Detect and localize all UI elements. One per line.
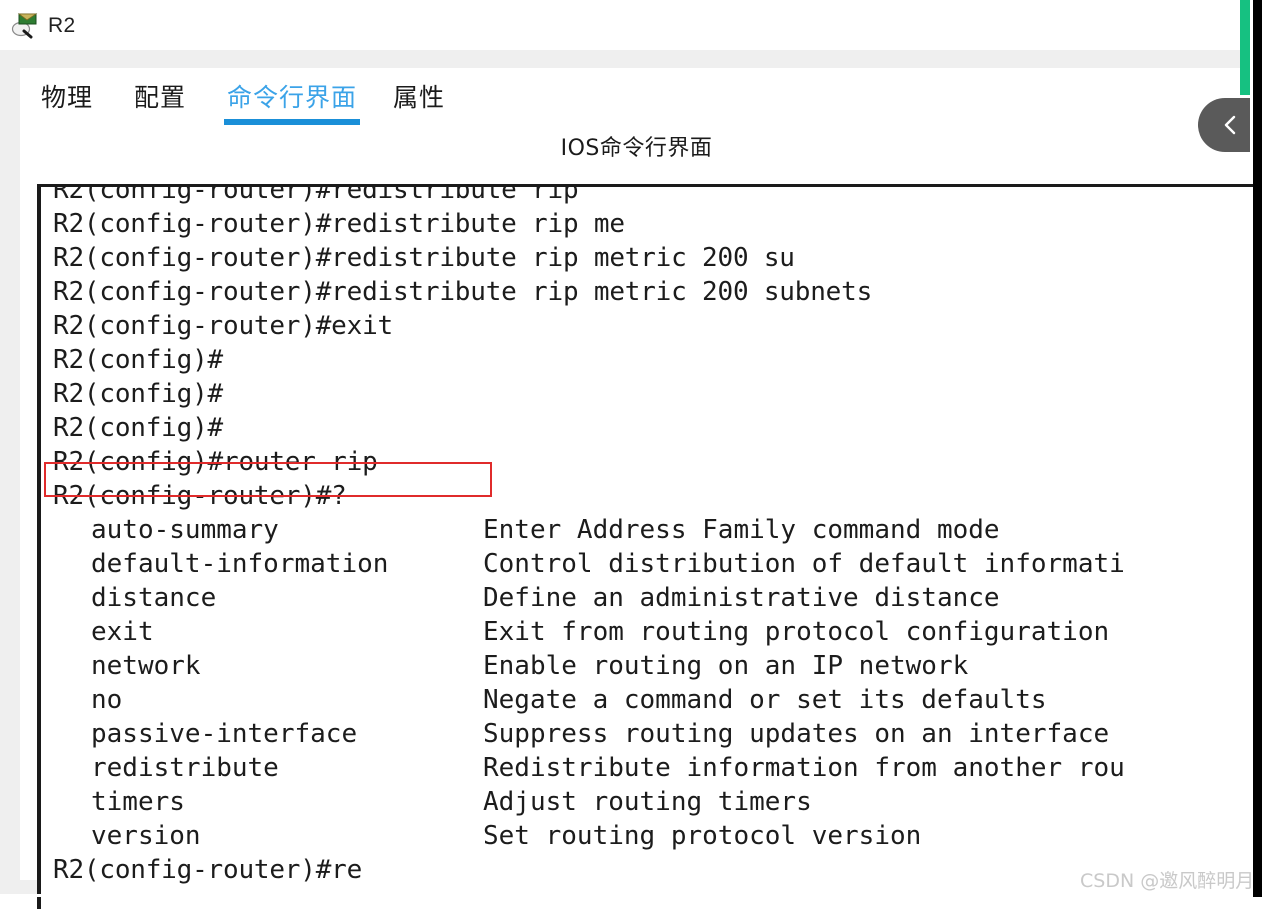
terminal-line: R2(config-router)#exit [53,311,393,341]
help-row: version Set routing protocol version [41,819,1262,853]
help-row: exit Exit from routing protocol configura… [41,615,1262,649]
help-description: Set routing protocol version [483,821,922,851]
window-title-bar: R2 [0,0,1262,50]
help-command: distance [91,583,217,613]
router-magnifier-icon [10,10,40,40]
help-description: Enable routing on an IP network [483,651,969,681]
terminal-line: R2(config-router)#redistribute rip [53,184,579,205]
green-accent-bar [1240,0,1250,95]
help-description: Adjust routing timers [483,787,812,817]
terminal-line: R2(config)# [53,345,223,375]
terminal-line: R2(config)# [53,379,223,409]
terminal-line: R2(config-router)#redistribute rip me [53,209,625,239]
tab-config[interactable]: 配置 [134,78,186,114]
help-command: auto-summary [91,515,279,545]
help-row: distance Define an administrative distanc… [41,581,1262,615]
right-frame-edge [1253,0,1262,897]
terminal-line-highlighted: R2(config)#router rip [53,447,378,477]
help-command: passive-interface [91,719,358,749]
help-row: timers Adjust routing timers [41,785,1262,819]
cli-section-heading: IOS命令行界面 [560,136,713,161]
help-description: Negate a command or set its defaults [483,685,1047,715]
help-description: Exit from routing protocol configuration [483,617,1110,647]
help-command: version [91,821,201,851]
help-row: passive-interface Suppress routing update… [41,717,1262,751]
help-row: redistribute Redistribute information fro… [41,751,1262,785]
help-command: no [91,685,123,715]
help-command: timers [91,787,185,817]
terminal-line: R2(config-router)#redistribute rip metri… [53,277,873,307]
help-description: Suppress routing updates on an interface [483,719,1110,749]
tab-physical[interactable]: 物理 [41,78,93,114]
terminal-line: R2(config-router)#redistribute rip metri… [53,243,795,273]
help-command: exit [91,617,154,647]
cli-terminal[interactable]: R2(config-router)#redistribute rip R2(co… [37,184,1262,909]
help-row: network Enable routing on an IP network [41,649,1262,683]
help-description: Control distribution of default informat… [483,549,1125,579]
help-description: Define an administrative distance [483,583,1000,613]
help-row: auto-summary Enter Address Family command… [41,513,1262,547]
help-row: no Negate a command or set its defaults [41,683,1262,717]
terminal-content: R2(config-router)#redistribute rip R2(co… [41,184,1262,887]
help-command: default-information [91,549,389,579]
help-command: redistribute [91,753,279,783]
help-row: default-information Control distribution … [41,547,1262,581]
tab-attributes[interactable]: 属性 [393,78,445,114]
terminal-line: R2(config-router)#? [53,481,347,511]
window-title: R2 [48,13,76,37]
help-description: Enter Address Family command mode [483,515,1000,545]
device-config-panel: 物理 配置 命令行界面 属性 IOS命令行界面 R2(config-router… [20,68,1262,909]
chevron-left-icon [1219,112,1241,138]
terminal-line: R2(config)# [53,413,223,443]
tab-bar: 物理 配置 命令行界面 属性 [20,68,1253,125]
tab-cli[interactable]: 命令行界面 [223,78,361,125]
help-description: Redistribute information from another ro… [483,753,1125,783]
help-command: network [91,651,201,681]
watermark-text: CSDN @邀风醉明月 [1080,870,1255,892]
terminal-prompt-line: R2(config-router)#re [53,855,363,885]
